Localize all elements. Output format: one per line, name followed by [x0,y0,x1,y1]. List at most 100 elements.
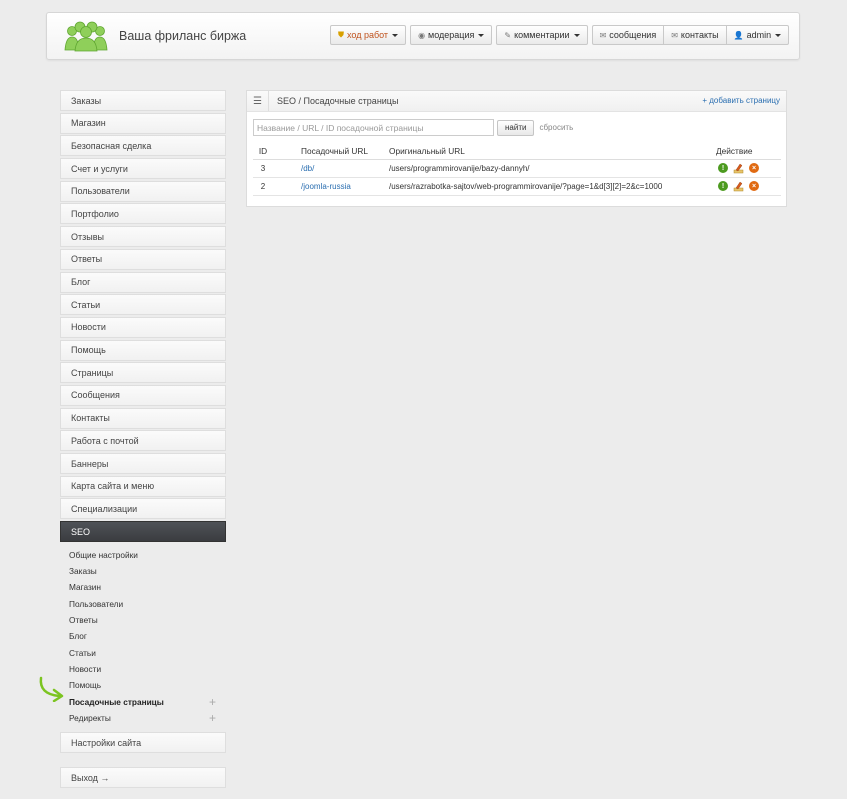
user-icon: 👤 [733,30,744,40]
subnav-label: Заказы [69,566,97,577]
menu-list-icon[interactable]: ☰ [247,91,269,111]
envelope-icon: ✉ [671,30,678,40]
sidebar-item-banners[interactable]: Баннеры [60,453,226,474]
seo-subnav: Общие настройки Заказы Магазин Пользоват… [60,544,226,726]
caret-down-icon [775,33,782,37]
work-progress-dropdown[interactable]: ⛊ ход работ [330,25,407,45]
search-button[interactable]: найти [497,119,535,136]
pencil-icon: ✎ [504,30,512,40]
subnav-label: Общие настройки [69,549,138,560]
sidebar-item-articles[interactable]: Статьи [60,294,226,316]
subnav-item-answers[interactable]: Ответы [60,612,226,628]
reset-link[interactable]: сбросить [539,123,573,132]
sidebar-item-pages[interactable]: Страницы [60,362,226,384]
brand-title[interactable]: Ваша фриланс биржа [119,29,246,43]
moderation-label: модерация [428,30,475,40]
row-landing-cell: /db/ [273,159,389,178]
sidebar-item-help[interactable]: Помощь [60,339,226,361]
sidebar-item-contacts[interactable]: Контакты [60,407,226,429]
row-id: 3 [253,159,273,178]
row-original-url: /users/programmirovanije/bazy-dannyh/ [389,159,716,178]
sidebar-item-seo[interactable]: SEO [60,521,226,543]
contacts-button[interactable]: ✉ контакты [663,25,726,45]
subnav-item-news[interactable]: Новости [60,661,226,677]
row-id: 2 [253,177,273,196]
sidebar-item-portfolio[interactable]: Портфолио [60,203,226,225]
sidebar-item-blog[interactable]: Блог [60,271,226,293]
subnav-label: Пользователи [69,598,124,609]
subnav-label: Блог [69,631,87,642]
sidebar-item-news[interactable]: Новости [60,316,226,338]
admin-label: admin [746,30,772,40]
landing-url-link[interactable]: /joomla-russia [301,182,351,191]
caret-down-icon [392,33,399,37]
table-row: 3 /db/ /users/programmirovanije/bazy-dan… [253,159,781,178]
sidebar-nav: Заказы Магазин Безопасная сделка Счет и … [60,90,226,790]
sidebar-item-users[interactable]: Пользователи [60,180,226,202]
panel-header: ☰ SEO / Посадочные страницы + добавить с… [247,91,786,112]
sidebar-item-answers[interactable]: Ответы [60,248,226,270]
subnav-item-shop[interactable]: Магазин [60,579,226,595]
subnav-label: Ответы [69,615,98,626]
admin-user-dropdown[interactable]: 👤 admin [725,25,790,45]
row-original-url: /users/razrabotka-sajtov/web-programmiro… [389,177,716,196]
moderation-dropdown[interactable]: ◉ модерация [410,25,493,45]
work-progress-label: ход работ [347,30,389,40]
delete-icon[interactable]: × [749,181,759,191]
search-input[interactable] [253,119,494,136]
table-row: 2 /joomla-russia /users/razrabotka-sajto… [253,177,781,196]
comments-label: комментарии [514,30,570,40]
table-header-row: ID Посадочный URL Оригинальный URL Дейст… [253,144,781,160]
subnav-item-orders[interactable]: Заказы [60,563,226,579]
info-icon[interactable]: ! [718,181,728,191]
sidebar-item-safe-deal[interactable]: Безопасная сделка [60,135,226,157]
col-landing-header[interactable]: Посадочный URL [273,144,389,160]
landing-url-link[interactable]: /db/ [301,164,314,173]
subnav-item-articles[interactable]: Статьи [60,645,226,661]
subnav-item-general[interactable]: Общие настройки [60,547,226,563]
top-nav: ⛊ ход работ ◉ модерация ✎ комментарии ✉ … [330,25,790,45]
col-id-header[interactable]: ID [253,144,273,160]
contacts-label: контакты [680,30,719,40]
comments-dropdown[interactable]: ✎ комментарии [496,25,588,45]
subnav-label: Помощь [69,680,102,691]
subnav-item-help[interactable]: Помощь [60,677,226,693]
plus-icon[interactable]: + [209,711,216,725]
edit-pencil-icon[interactable] [733,181,744,192]
sidebar-item-mail[interactable]: Работа с почтой [60,430,226,452]
sidebar-item-specializations[interactable]: Специализации [60,498,226,520]
landing-pages-table: ID Посадочный URL Оригинальный URL Дейст… [253,144,781,196]
shield-icon: ⛊ [338,30,344,39]
logo-people-icon[interactable] [63,20,109,54]
messages-label: сообщения [609,30,657,40]
sidebar-item-reviews[interactable]: Отзывы [60,226,226,248]
edit-pencil-icon[interactable] [733,163,744,174]
subnav-label: Посадочные страницы [69,696,164,707]
logout-button[interactable]: Выход → [60,767,226,789]
messages-button[interactable]: ✉ сообщения [591,25,664,45]
delete-icon[interactable]: × [749,163,759,173]
sidebar-item-sitemap[interactable]: Карта сайта и меню [60,475,226,497]
row-landing-cell: /joomla-russia [273,177,389,196]
add-page-link[interactable]: + добавить страницу [702,96,780,105]
subnav-item-redirects[interactable]: Редиректы + [60,710,226,726]
plus-icon[interactable]: + [209,695,216,709]
sidebar-item-orders[interactable]: Заказы [60,90,226,111]
subnav-item-users[interactable]: Пользователи [60,596,226,612]
caret-down-icon [573,33,580,37]
subnav-label: Редиректы [69,712,111,723]
eye-icon: ◉ [418,30,426,40]
sidebar-item-shop[interactable]: Магазин [60,112,226,134]
subnav-item-blog[interactable]: Блог [60,628,226,644]
col-original-header[interactable]: Оригинальный URL [389,144,716,160]
envelope-icon: ✉ [599,30,607,40]
sidebar-item-site-settings[interactable]: Настройки сайта [60,732,226,754]
sidebar-item-messages[interactable]: Сообщения [60,384,226,406]
info-icon[interactable]: ! [718,163,728,173]
row-actions: ! × [716,159,781,178]
top-header: Ваша фриланс биржа ⛊ ход работ ◉ модерац… [46,12,800,60]
sidebar-item-billing[interactable]: Счет и услуги [60,158,226,180]
subnav-label: Новости [69,663,102,674]
subnav-item-landing-pages[interactable]: Посадочные страницы + [60,693,226,709]
col-action-header: Действие [716,144,781,160]
